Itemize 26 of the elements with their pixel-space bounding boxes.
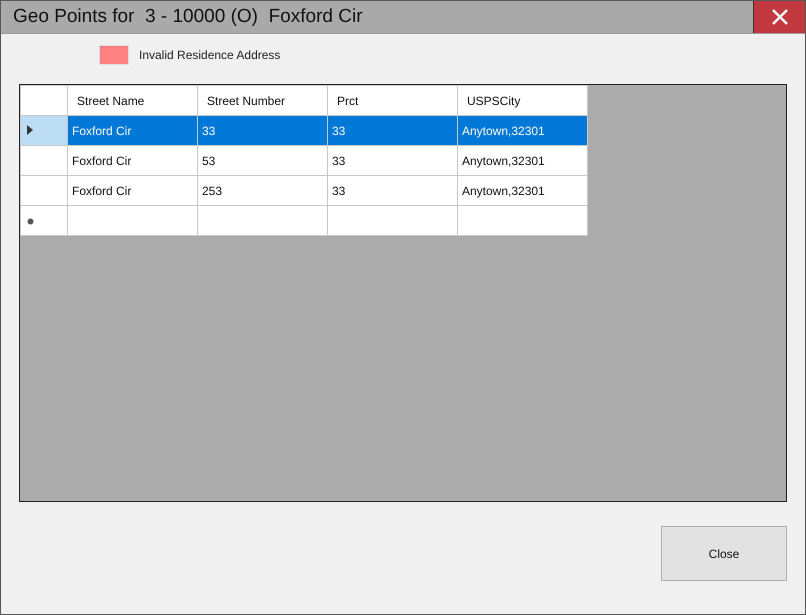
column-header[interactable]: Street Number [198, 86, 328, 116]
table-cell: 33 [198, 116, 328, 146]
row-header[interactable] [20, 206, 68, 236]
column-header[interactable]: Street Name [68, 86, 198, 116]
window-title: Geo Points for 3 - 10000 (O) Foxford Cir [12, 6, 364, 28]
corner-header [20, 86, 68, 116]
table-cell: Anytown,32301 [458, 176, 588, 206]
table-cell: Foxford Cir [68, 116, 198, 146]
column-header[interactable]: Prct [328, 86, 458, 116]
table-cell: 253 [198, 176, 328, 206]
close-button[interactable] [753, 1, 805, 33]
legend-label: Invalid Residence Address [139, 48, 280, 62]
close-icon [770, 8, 788, 26]
row-header[interactable] [20, 116, 68, 146]
table-cell: Anytown,32301 [458, 116, 588, 146]
table-cell: 33 [328, 176, 458, 206]
table-cell: 33 [328, 146, 458, 176]
table-cell: Anytown,32301 [458, 146, 588, 176]
table-cell: 33 [328, 116, 458, 146]
column-header[interactable]: USPSCity [458, 86, 588, 116]
current-row-icon [27, 124, 33, 134]
close-button[interactable]: Close [661, 526, 787, 581]
table-cell: Foxford Cir [68, 146, 198, 176]
table-cell: 53 [198, 146, 328, 176]
new-row-icon [27, 218, 34, 224]
table-cell: Foxford Cir [68, 176, 198, 206]
